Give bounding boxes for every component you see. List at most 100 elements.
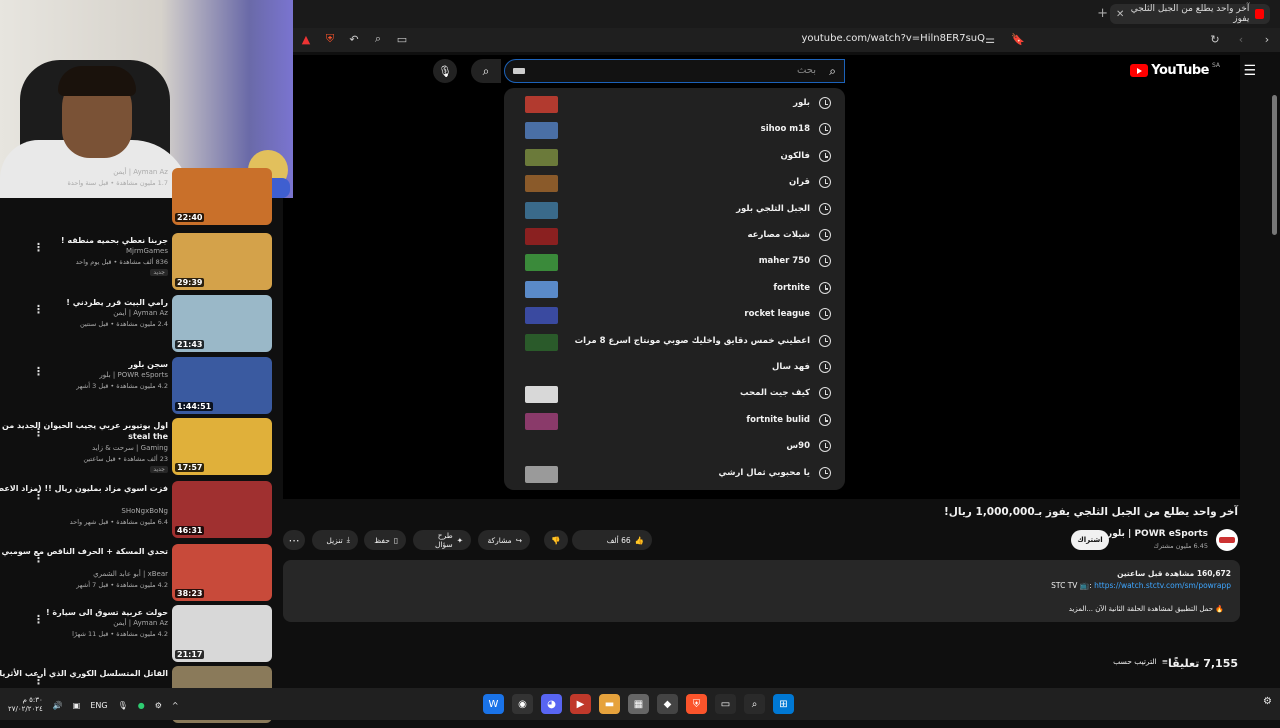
suggestion-item[interactable]: sihoo m18 bbox=[504, 116, 845, 142]
task-view-icon[interactable]: ▭ bbox=[715, 694, 736, 714]
back-icon[interactable]: ‹ bbox=[1234, 32, 1248, 46]
tune-icon[interactable]: ⚌ bbox=[983, 32, 997, 46]
sidebar-video-title[interactable]: حولت عربية تسوق الى سيارة ! bbox=[0, 607, 168, 618]
suggestion-item[interactable]: fortnite bbox=[504, 275, 845, 301]
brave-shields-icon[interactable]: ⛨ bbox=[323, 32, 337, 46]
sidebar-channel-name[interactable]: Ayman Az | أيمن bbox=[113, 168, 168, 176]
bookmark-icon[interactable]: 🔖 bbox=[1011, 32, 1025, 46]
tray-chevron-icon[interactable]: ^ bbox=[172, 701, 179, 710]
subscribe-button[interactable]: اشتراك bbox=[1071, 530, 1109, 550]
sort-comments-button[interactable]: ≡ الترتيب حسب bbox=[1113, 657, 1168, 666]
sidebar-video-title[interactable]: رامي البيت قرر يطردني ! bbox=[0, 297, 168, 308]
more-options-icon[interactable]: ⋮ bbox=[33, 365, 44, 378]
sidebar-video-item[interactable]: 1:44:51 سجن بلور POWR eSports | بلور 4.2 مل… bbox=[0, 357, 280, 419]
sidebar-video-title[interactable]: اول يوتيوبر عربي يجيب الحيوان الجديد من … bbox=[0, 420, 168, 442]
save-button[interactable]: ▯ حفظ bbox=[364, 530, 406, 550]
video-thumbnail[interactable]: 21:17 bbox=[172, 605, 272, 662]
video-editor-icon[interactable]: ▶ bbox=[570, 694, 591, 714]
more-options-icon[interactable]: ⋮ bbox=[33, 303, 44, 316]
description-more[interactable]: 🔥 حمل التطبيق لمشاهدة الحلقة الثانية الآ… bbox=[1069, 605, 1224, 613]
suggestion-item[interactable]: كيف جيت المحب bbox=[504, 380, 845, 406]
start-icon[interactable]: ⊞ bbox=[773, 694, 794, 714]
sidebar-video-title[interactable]: تحدي المسكة + الحرف الناقص مع سومبي واعض… bbox=[0, 546, 168, 557]
forward-icon[interactable]: › bbox=[1260, 32, 1274, 46]
status-tray-icon[interactable]: ● bbox=[138, 701, 145, 710]
more-options-icon[interactable]: ⋮ bbox=[33, 426, 44, 439]
close-tab-icon[interactable]: ✕ bbox=[1116, 9, 1124, 20]
app-icon-1[interactable]: W bbox=[483, 694, 504, 714]
sidebar-video-title[interactable]: سجن بلور bbox=[0, 359, 168, 370]
video-thumbnail[interactable]: 46:31 bbox=[172, 481, 272, 538]
sidebar-channel-name[interactable]: POWR eSports | بلور bbox=[99, 371, 168, 379]
video-thumbnail[interactable]: 21:43 bbox=[172, 295, 272, 352]
channel-avatar[interactable] bbox=[1216, 529, 1238, 551]
suggestion-item[interactable]: فهد سال bbox=[504, 354, 845, 380]
suggestion-item[interactable]: اعطيني خمس دقايق واخليك صوبي مونتاج اسرع… bbox=[504, 328, 845, 354]
sidebar-video-title[interactable]: القاتل المتسلسل الكوري الذي أرعب الأثريا… bbox=[0, 668, 168, 679]
settings-tray-icon[interactable]: ⚙ bbox=[155, 701, 162, 710]
suggestion-item[interactable]: fortnite bulid bbox=[504, 407, 845, 433]
voice-search-button[interactable]: 🎙 bbox=[433, 59, 457, 83]
file-explorer-icon[interactable]: ▬ bbox=[599, 694, 620, 714]
more-options-icon[interactable]: ⋮ bbox=[33, 613, 44, 626]
description-box[interactable]: 160,672 مشاهدة قبل ساعتين STC TV 📺: http… bbox=[283, 560, 1240, 622]
more-options-icon[interactable]: ⋮ bbox=[33, 552, 44, 565]
sidebar-channel-name[interactable]: Gaming | سرحت & زايد bbox=[92, 444, 168, 452]
more-options-icon[interactable]: ⋮ bbox=[33, 489, 44, 502]
video-thumbnail[interactable]: 22:40 bbox=[172, 168, 272, 225]
dislike-button[interactable]: 👎 bbox=[544, 530, 568, 550]
download-button[interactable]: ⤓ تنزيل bbox=[312, 530, 358, 550]
notification-icon[interactable]: ⚙ bbox=[1263, 696, 1272, 707]
ask-button[interactable]: ✦ طرح سؤال bbox=[413, 530, 471, 550]
search-keyboard-icon[interactable] bbox=[513, 68, 525, 74]
sidebar-video-item[interactable]: 38:23 تحدي المسكة + الحرف الناقص مع سومبي… bbox=[0, 544, 280, 606]
more-options-icon[interactable]: ⋮ bbox=[33, 241, 44, 254]
suggestion-item[interactable]: يا محبوبي ثمال ارشي bbox=[504, 460, 845, 486]
language-indicator[interactable]: ENG bbox=[90, 701, 107, 710]
suggestion-item[interactable]: شيلات مصارعه bbox=[504, 222, 845, 248]
sidebar-channel-name[interactable]: SHoNgxBoNg bbox=[121, 507, 168, 515]
more-actions-button[interactable]: ⋯ bbox=[283, 530, 305, 550]
screenshot-icon[interactable]: ▭ bbox=[395, 32, 409, 46]
sidebar-video-item[interactable]: 29:39 جربنا نعطي بحميه منطقه ! MjrmGames 83… bbox=[0, 233, 280, 295]
suggestion-item[interactable]: فالكون bbox=[504, 143, 845, 169]
network-icon[interactable]: ▣ bbox=[73, 701, 81, 710]
sidebar-channel-name[interactable]: Ayman Az | أيمن bbox=[113, 619, 168, 627]
sidebar-video-item[interactable]: 17:57 اول يوتيوبر عربي يجيب الحيوان الجدي… bbox=[0, 418, 280, 480]
search-taskbar-icon[interactable]: ⌕ bbox=[744, 694, 765, 714]
more-options-icon[interactable]: ⋮ bbox=[33, 674, 44, 687]
menu-icon[interactable]: ☰ bbox=[1243, 63, 1256, 79]
sidebar-video-item[interactable]: 21:17 حولت عربية تسوق الى سيارة ! Ayman Az… bbox=[0, 605, 280, 667]
sidebar-channel-name[interactable]: xBear | أبو عابد الشمري bbox=[93, 570, 168, 578]
discord-icon[interactable]: ◕ bbox=[541, 694, 562, 714]
browser-tab[interactable]: آخر واحد يطلع من الجبل الثلجي يفوز ✕ bbox=[1110, 4, 1270, 24]
volume-icon[interactable]: 🔊 bbox=[53, 701, 63, 710]
suggestion-item[interactable]: الجبل الثلجي بلور bbox=[504, 196, 845, 222]
store-icon[interactable]: ▦ bbox=[628, 694, 649, 714]
sidebar-channel-name[interactable]: Ayman Az | أيمن bbox=[113, 309, 168, 317]
youtube-logo[interactable]: YouTube SA bbox=[1130, 62, 1220, 78]
sidebar-video-item[interactable]: 46:31 فزت اسوي مزاد بمليون ريال !! (مزاد … bbox=[0, 481, 280, 543]
stc-link[interactable]: https://watch.stctv.com/sm/powrapp bbox=[1094, 581, 1231, 590]
app-icon-7[interactable]: ◆ bbox=[657, 694, 678, 714]
suggestion-item[interactable]: 90س bbox=[504, 433, 845, 459]
new-tab-button[interactable]: + bbox=[1097, 6, 1108, 21]
clock[interactable]: ٥:٣٠ م ٢٧/٠٢/٢٠٢٤ bbox=[8, 696, 43, 714]
obs-icon[interactable]: ◉ bbox=[512, 694, 533, 714]
brave-rewards-icon[interactable]: ▲ bbox=[299, 32, 313, 46]
page-scrollbar[interactable] bbox=[1272, 95, 1277, 235]
search-input[interactable]: ⌕ بحث bbox=[504, 59, 845, 83]
mic-tray-icon[interactable]: 🎙 bbox=[118, 701, 128, 710]
video-thumbnail[interactable]: 17:57 bbox=[172, 418, 272, 475]
sidebar-video-item[interactable]: 21:43 رامي البيت قرر يطردني ! Ayman Az | أ… bbox=[0, 295, 280, 357]
share-icon[interactable]: ↶ bbox=[347, 32, 361, 46]
share-button[interactable]: ↪ مشاركة bbox=[478, 530, 530, 550]
brave-taskbar-icon[interactable]: ⛨ bbox=[686, 694, 707, 714]
sidebar-video-title[interactable]: فزت اسوي مزاد بمليون ريال !! (مزاد الاعض… bbox=[0, 483, 168, 494]
suggestion-item[interactable]: maher 750 bbox=[504, 248, 845, 274]
search-page-icon[interactable]: ⌕ bbox=[371, 32, 385, 46]
search-button[interactable]: ⌕ bbox=[471, 59, 501, 83]
suggestion-item[interactable]: rocket league bbox=[504, 301, 845, 327]
suggestion-item[interactable]: بلور bbox=[504, 90, 845, 116]
suggestion-item[interactable]: قران bbox=[504, 169, 845, 195]
